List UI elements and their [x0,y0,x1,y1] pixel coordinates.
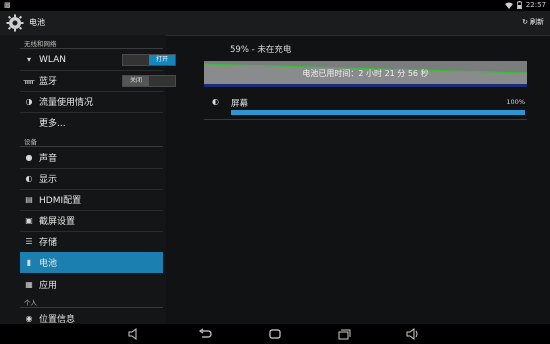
battery-time-caption: 电池已用时间：2 小时 21 分 56 秒 [302,69,429,78]
usage-label: 屏幕 [231,99,249,109]
refresh-icon: ↻ [522,18,528,26]
sidebar-item-wlan[interactable]: ▾ WLAN 打开 [20,49,176,70]
home-icon[interactable] [268,328,282,340]
volume-up-icon[interactable] [406,328,420,340]
sound-icon: ● [25,153,33,162]
sidebar-item-label: 蓝牙 [39,77,58,87]
status-bar: ▩ 22:57 [0,0,550,11]
sidebar-item-label: 电池 [39,259,58,269]
sidebar-item-hdmi[interactable]: ▤ HDMI配置 [20,189,163,210]
wifi-icon: ▾ [26,55,31,64]
battery-icon [516,1,522,9]
display-icon: ◐ [25,174,33,183]
usage-row-screen[interactable]: ◐ 屏幕 100% [204,91,527,120]
battery-icon: ▮ [26,258,32,267]
sidebar-item-bluetooth[interactable]: ᚅ 蓝牙 关闭 [20,70,176,91]
sidebar-item-apps[interactable]: ▦ 应用 [20,274,163,295]
display-icon: ◐ [212,97,219,106]
usage-bar [231,110,525,115]
sidebar-item-label: 显示 [39,175,58,185]
sidebar-item-label: WLAN [39,54,67,65]
sidebar-item-screenshot[interactable]: ▣ 截屏设置 [20,210,163,231]
notification-icon: ▩ [4,1,11,9]
settings-sidebar: 无线和网络 ▾ WLAN 打开 ᚅ 蓝牙 关闭 ◑ 流量使用情况 更多... 设… [0,35,176,325]
sidebar-item-storage[interactable]: ☰ 存储 [20,231,163,252]
toggle-state: 关闭 [123,76,149,86]
battery-panel: 59% - 未在充电 电池已用时间：2 小时 21 分 56 秒 ◐ 屏幕 10… [166,35,550,324]
bluetooth-icon: ᚅ [23,76,35,85]
page-title: 电池 [29,18,45,27]
screenshot-icon: ▣ [25,216,33,225]
section-header-device: 设备 [24,138,37,146]
usage-bar-fill [231,110,525,115]
recent-apps-icon[interactable] [338,328,352,340]
volume-down-icon[interactable] [128,328,142,340]
sidebar-item-data-usage[interactable]: ◑ 流量使用情况 [20,91,163,112]
action-bar: 电池 ↻ 刷新 [0,11,550,36]
battery-history-graph[interactable]: 电池已用时间：2 小时 21 分 56 秒 [204,61,527,87]
back-icon[interactable] [198,328,212,340]
sidebar-item-battery[interactable]: ▮ 电池 [20,252,163,273]
sidebar-item-sound[interactable]: ● 声音 [20,147,163,168]
location-icon: ◉ [25,314,33,323]
refresh-label: 刷新 [530,18,544,26]
storage-icon: ☰ [25,237,33,246]
sidebar-item-label: 声音 [39,154,58,164]
sidebar-item-more[interactable]: 更多... [20,112,163,133]
sidebar-item-label: 应用 [39,281,58,291]
sidebar-item-label: 截屏设置 [39,217,76,227]
data-usage-icon: ◑ [25,97,33,106]
sidebar-item-label: 流量使用情况 [39,98,94,108]
usage-percent: 100% [506,98,525,106]
navigation-bar [0,324,550,344]
section-header-wireless: 无线和网络 [24,40,57,48]
refresh-button[interactable]: ↻ 刷新 [522,17,544,27]
clock: 22:57 [525,1,546,9]
status-icons: 22:57 [504,1,546,9]
hdmi-icon: ▤ [25,195,33,204]
sidebar-item-label: 更多... [39,119,66,129]
settings-gear-icon[interactable] [6,14,24,32]
apps-icon: ▦ [25,280,33,289]
sidebar-item-label: 存储 [39,238,58,248]
sidebar-item-display[interactable]: ◐ 显示 [20,168,163,189]
sidebar-item-label: HDMI配置 [39,196,82,206]
battery-status: 59% - 未在充电 [230,45,292,55]
wifi-icon [504,2,513,9]
section-header-personal: 个人 [24,299,37,307]
